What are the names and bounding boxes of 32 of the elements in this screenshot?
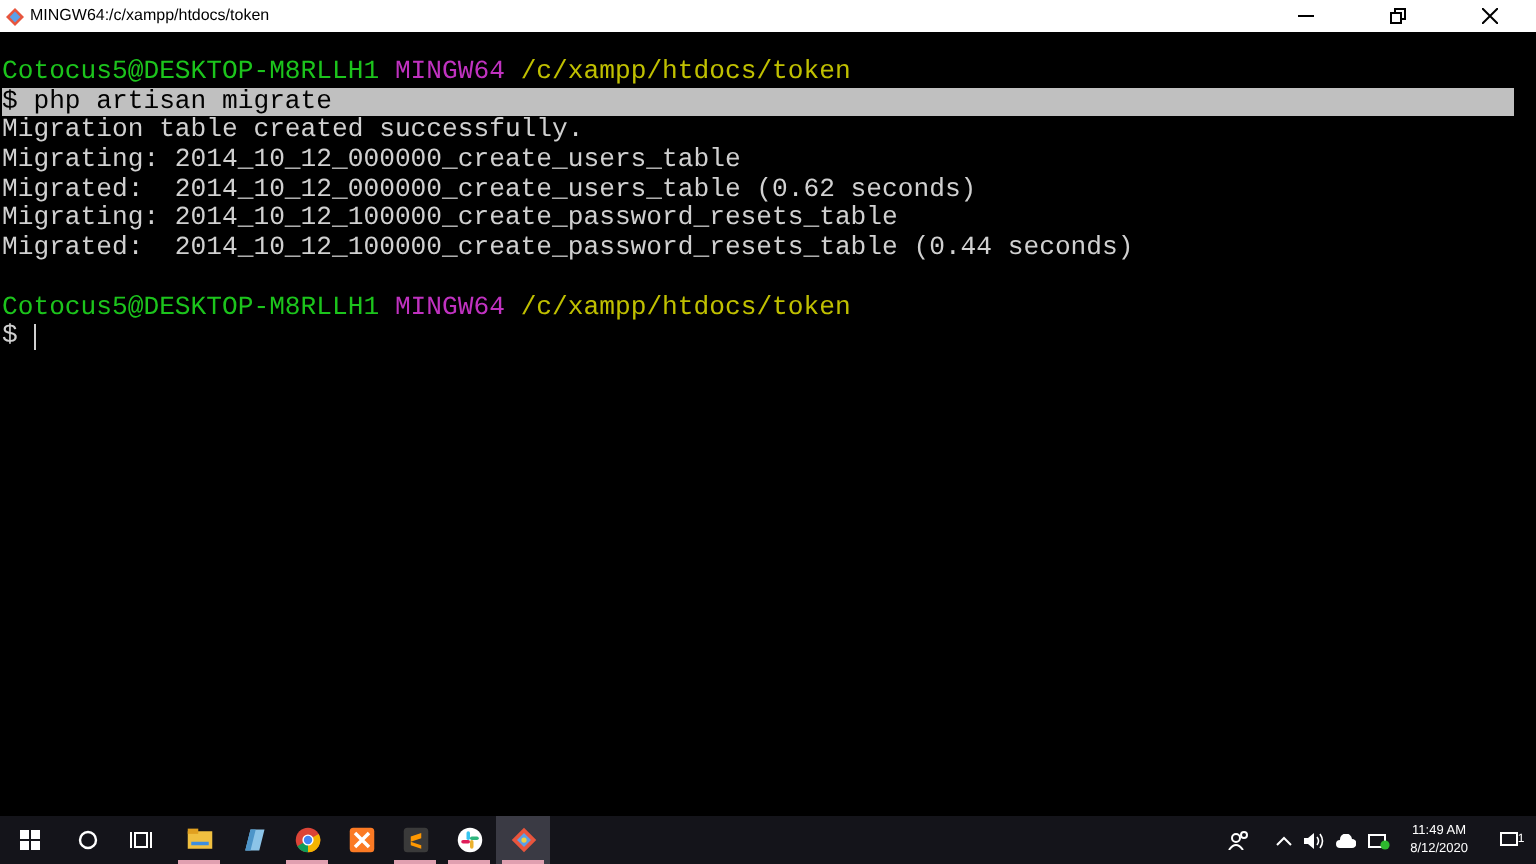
- output-line: Migrated: 2014_10_12_100000_create_password_resets_table (0.44 seconds): [2, 234, 1134, 264]
- windows-logo-icon: [20, 830, 40, 850]
- prompt-system: MINGW64: [394, 293, 505, 323]
- prompt-user: Cotocus5@DESKTOP-M8RLLH1: [2, 58, 380, 88]
- output-line: Migrating: 2014_10_12_100000_create_password_resets_table: [2, 204, 898, 235]
- prompt-path: /c/xampp/htdocs/token: [520, 293, 851, 323]
- people-icon[interactable]: [1228, 830, 1249, 850]
- chevron-up-icon[interactable]: [1276, 835, 1293, 845]
- git-icon: [509, 826, 537, 854]
- output-line: Migrating: 2014_10_12_000000_create_users_table: [2, 146, 741, 176]
- window-title: MINGW64:/c/xampp/htdocs/token: [30, 4, 270, 28]
- app-icon: [347, 826, 375, 854]
- browser-icon: [293, 826, 321, 854]
- task-view-icon: [130, 830, 152, 850]
- output-line: Migration table created successfully.: [2, 116, 584, 147]
- prompt-user: Cotocus5@DESKTOP-M8RLLH1: [2, 293, 380, 323]
- prompt-system: MINGW64: [394, 58, 505, 88]
- network-icon[interactable]: [1368, 831, 1391, 849]
- app-icon: [239, 826, 267, 854]
- prompt-symbol: $: [2, 322, 18, 352]
- restore-icon: [1390, 8, 1406, 24]
- git-icon: [6, 7, 24, 25]
- output-line: Migrated: 2014_10_12_000000_create_users_table (0.62 seconds): [2, 175, 977, 205]
- editor-icon: [401, 826, 429, 854]
- cloud-icon[interactable]: [1336, 833, 1357, 847]
- speaker-icon[interactable]: [1304, 831, 1325, 849]
- chat-app-icon: [455, 826, 483, 854]
- notification-icon: [1499, 832, 1518, 848]
- folder-icon: [185, 826, 213, 854]
- close-icon: [1482, 8, 1498, 24]
- search-icon: [77, 830, 97, 850]
- prompt-path: /c/xampp/htdocs/token: [520, 58, 851, 88]
